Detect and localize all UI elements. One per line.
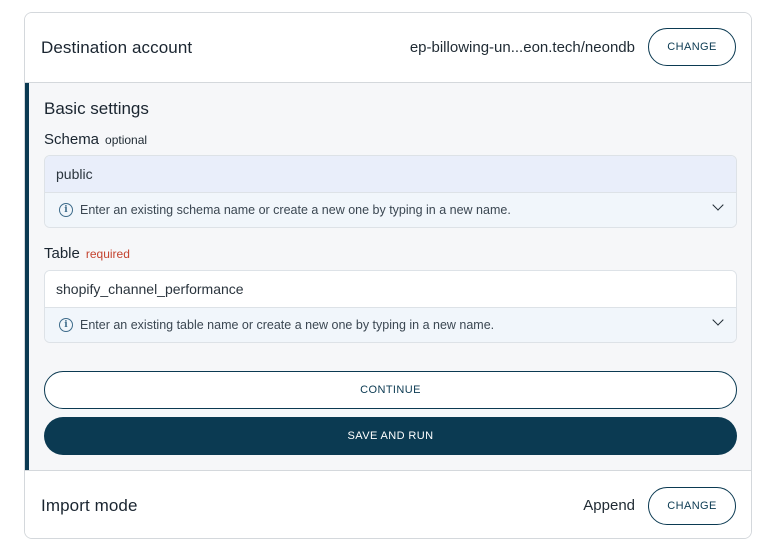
schema-field[interactable]: public i Enter an existing schema name o… xyxy=(44,155,737,228)
info-icon: i xyxy=(59,318,73,332)
table-label: Table required xyxy=(44,245,130,262)
schema-label: Schema optional xyxy=(44,131,147,148)
destination-account-title: Destination account xyxy=(41,38,193,57)
import-mode-section: Import mode Append CHANGE xyxy=(25,470,751,538)
schema-help: i Enter an existing schema name or creat… xyxy=(45,193,736,227)
destination-change-button[interactable]: CHANGE xyxy=(648,28,736,66)
info-icon: i xyxy=(59,203,73,217)
continue-button[interactable]: CONTINUE xyxy=(44,371,737,409)
table-help-text: Enter an existing table name or create a… xyxy=(80,318,495,332)
schema-optional-tag: optional xyxy=(105,133,148,147)
import-mode-title: Import mode xyxy=(41,496,138,515)
chevron-down-icon[interactable] xyxy=(712,199,724,211)
destination-account-value: ep-billowing-un...eon.tech/neondb xyxy=(409,39,635,56)
import-settings-card: Destination account ep-billowing-un...eo… xyxy=(24,12,752,539)
table-input[interactable]: shopify_channel_performance xyxy=(45,271,736,308)
import-mode-value: Append xyxy=(583,497,635,514)
save-and-run-button[interactable]: SAVE AND RUN xyxy=(44,417,737,455)
table-help: i Enter an existing table name or create… xyxy=(45,308,736,342)
basic-settings-section: Basic settings Schema optional public i E… xyxy=(25,83,751,470)
basic-settings-title: Basic settings xyxy=(44,99,149,118)
schema-input[interactable]: public xyxy=(45,156,736,193)
import-mode-change-button[interactable]: CHANGE xyxy=(648,487,736,525)
table-required-tag: required xyxy=(85,247,130,261)
table-label-text: Table xyxy=(44,245,80,262)
table-field[interactable]: shopify_channel_performance i Enter an e… xyxy=(44,270,737,343)
schema-help-text: Enter an existing schema name or create … xyxy=(80,203,511,217)
chevron-down-icon[interactable] xyxy=(712,314,724,326)
schema-label-text: Schema xyxy=(44,131,100,148)
destination-account-section: Destination account ep-billowing-un...eo… xyxy=(25,13,751,83)
